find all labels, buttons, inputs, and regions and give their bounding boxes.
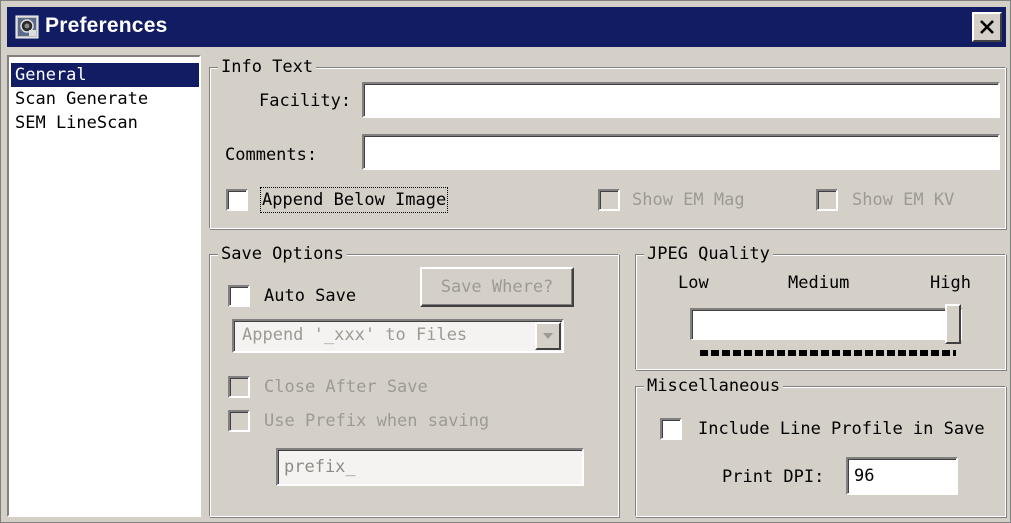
slider-ticks [700, 350, 956, 356]
close-after-save-label: Close After Save [264, 377, 428, 397]
jpeg-quality-slider[interactable] [690, 304, 962, 344]
jpeg-high-label: High [930, 273, 971, 293]
slider-thumb[interactable] [945, 304, 961, 344]
nav-item-sem-linescan[interactable]: SEM LineScan [11, 111, 199, 135]
title-bar[interactable]: Preferences [7, 7, 1006, 47]
print-dpi-label: Print DPI: [722, 467, 825, 487]
auto-save-checkbox[interactable] [228, 285, 250, 307]
auto-save-label: Auto Save [264, 286, 357, 306]
jpeg-low-label: Low [678, 273, 709, 293]
print-dpi-input[interactable] [846, 457, 958, 495]
jpeg-quality-group: JPEG Quality Low Medium High [635, 243, 1006, 370]
append-below-image-label[interactable]: Append Below Image [259, 187, 449, 213]
append-below-image-checkbox[interactable] [226, 189, 248, 211]
miscellaneous-group: Miscellaneous Include Line Profile in Sa… [635, 375, 1006, 517]
facility-label: Facility: [259, 91, 352, 111]
chevron-down-icon [543, 333, 553, 339]
save-options-group: Save Options Auto Save Save Where? Appen… [209, 243, 619, 517]
comments-label: Comments: [225, 145, 318, 165]
facility-input[interactable] [362, 82, 1000, 118]
nav-item-scan-generate[interactable]: Scan Generate [11, 87, 199, 111]
append-suffix-select[interactable]: Append '_xxx' to Files [232, 319, 564, 353]
preferences-window: Preferences General Scan Generate SEM Li… [0, 0, 1011, 523]
jpeg-medium-label: Medium [788, 273, 850, 293]
save-options-legend: Save Options [218, 243, 347, 265]
save-where-button[interactable]: Save Where? [420, 267, 574, 307]
close-icon [980, 20, 994, 34]
use-prefix-checkbox[interactable] [228, 410, 250, 432]
show-em-kv-checkbox[interactable] [816, 189, 838, 211]
prefix-input[interactable] [276, 448, 584, 486]
show-em-kv-label: Show EM KV [852, 190, 955, 210]
info-text-group: Info Text Facility: Comments: Append Bel… [209, 56, 1006, 229]
nav-item-general[interactable]: General [11, 63, 199, 87]
jpeg-quality-legend: JPEG Quality [644, 243, 773, 265]
append-suffix-value: Append '_xxx' to Files [242, 325, 468, 345]
info-text-legend: Info Text [218, 56, 317, 78]
close-button[interactable] [972, 12, 1002, 42]
use-prefix-label: Use Prefix when saving [264, 411, 490, 431]
category-list[interactable]: General Scan Generate SEM LineScan [7, 55, 201, 517]
close-after-save-checkbox[interactable] [228, 376, 250, 398]
show-em-mag-label: Show EM Mag [632, 190, 745, 210]
window-title: Preferences [45, 14, 168, 37]
include-line-profile-label: Include Line Profile in Save [698, 419, 985, 439]
dropdown-button[interactable] [535, 322, 561, 350]
comments-input[interactable] [362, 134, 1000, 170]
miscellaneous-legend: Miscellaneous [644, 375, 784, 397]
show-em-mag-checkbox[interactable] [598, 189, 620, 211]
include-line-profile-checkbox[interactable] [660, 418, 682, 440]
preferences-app-icon [15, 15, 39, 39]
